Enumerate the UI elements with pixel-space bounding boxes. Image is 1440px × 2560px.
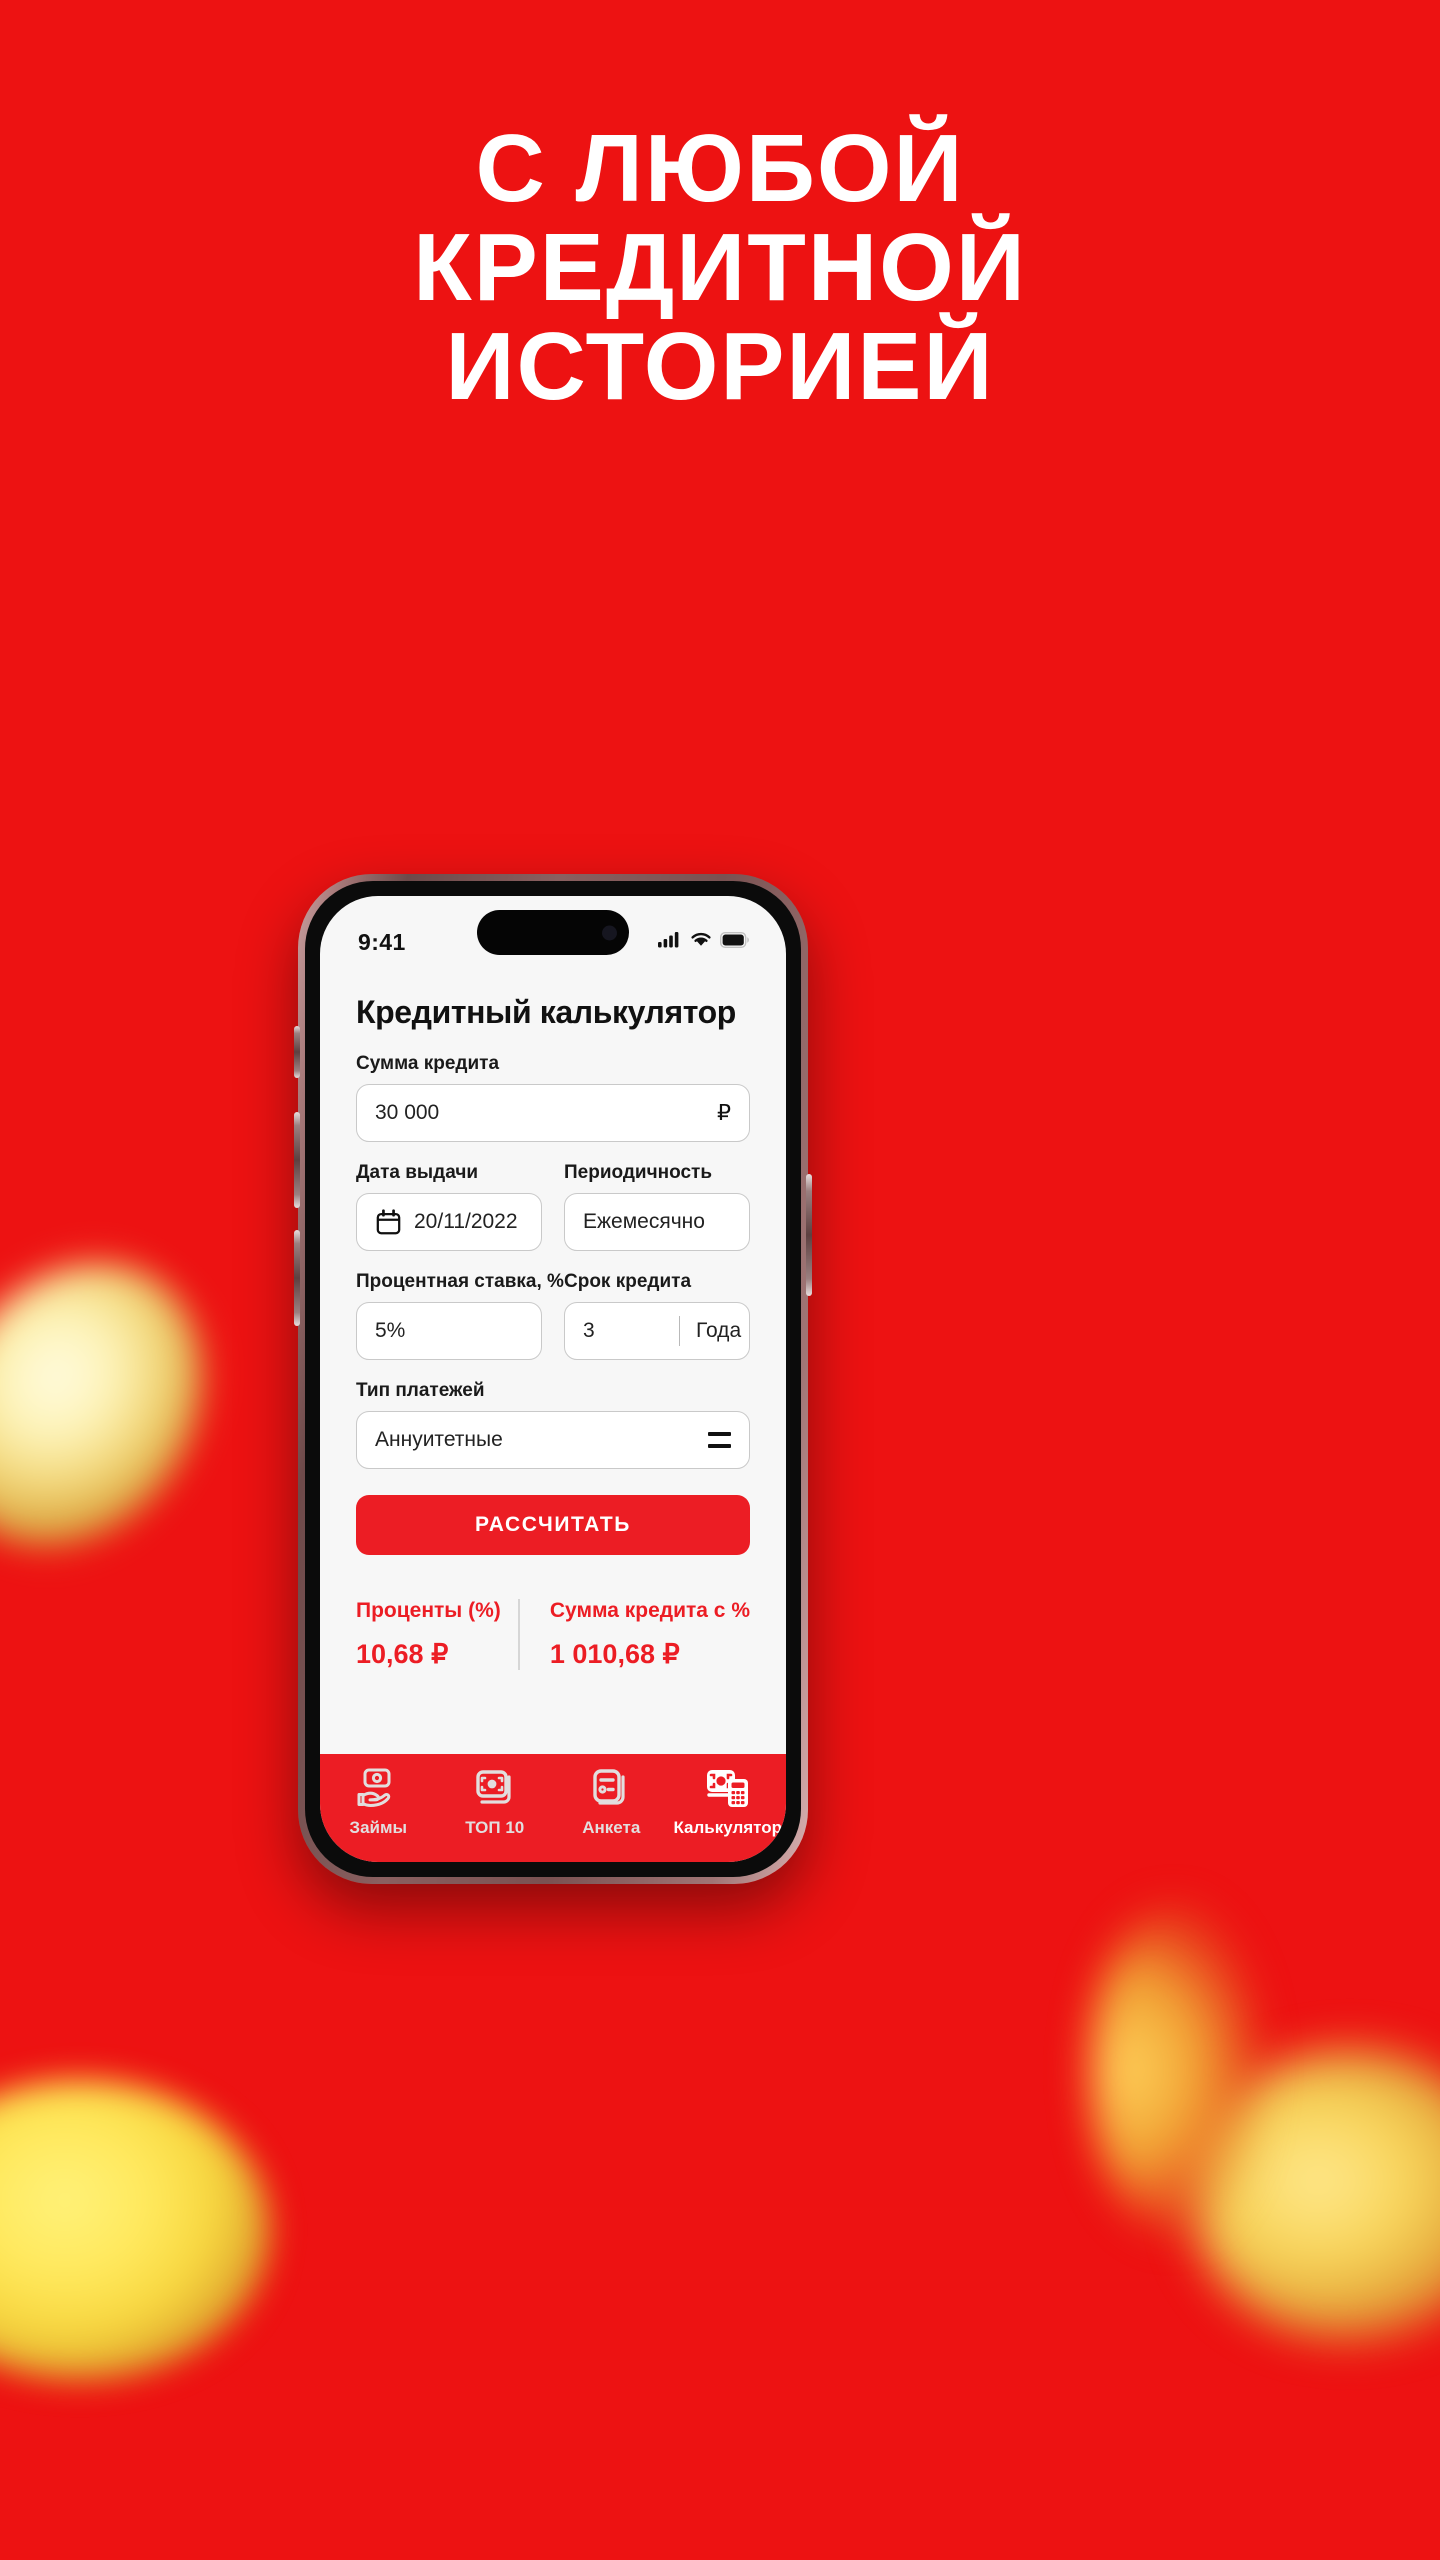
phone-bezel: 9:41 Кредитный калькулятор Сумма кредита… [305,881,801,1877]
status-bar-icons [658,931,750,953]
nav-item-top10-label: ТОП 10 [465,1818,525,1837]
field-date-label: Дата выдачи [356,1162,479,1183]
amount-input[interactable]: 30 000 ₽ [356,1084,750,1142]
wifi-icon [690,931,712,953]
periodicity-select[interactable]: Ежемесячно [564,1193,750,1251]
date-input[interactable]: 20/11/2022 [356,1193,542,1251]
field-payment-type-label: Тип платежей [356,1380,485,1401]
calendar-icon [375,1208,402,1236]
rate-input-value: 5% [375,1319,406,1342]
hand-money-icon [356,1766,400,1812]
result-interest: Проценты (%) 10,68 ₽ [356,1599,518,1670]
phone-power-button[interactable] [806,1174,812,1296]
gold-coin-decoration-bottom-left [0,2080,270,2380]
field-date: Дата выдачи 20/11/2022 [356,1162,542,1251]
phone-screen: 9:41 Кредитный калькулятор Сумма кредита… [320,896,786,1862]
money-calculator-icon [704,1766,752,1812]
payment-type-select[interactable]: Аннуитетные [356,1411,750,1469]
phone-volume-up-button[interactable] [294,1112,300,1208]
calculate-button[interactable]: РАССЧИТАТЬ [356,1495,750,1555]
row-date-periodicity: Дата выдачи 20/11/2022 Периодичность Еже… [356,1162,750,1251]
row-rate-term: Процентная ставка, % 5% Срок кредита 3 Г… [356,1271,750,1360]
field-term: Срок кредита 3 Года [564,1271,750,1360]
phone-mockup: 9:41 Кредитный калькулятор Сумма кредита… [294,874,812,1884]
term-divider [679,1316,680,1346]
result-total-value: 1 010,68 ₽ [549,1639,680,1669]
headline-line-2: КРЕДИТНОЙ [413,213,1027,321]
nav-item-top10[interactable]: ТОП 10 [437,1766,554,1838]
front-camera-icon [602,925,617,940]
field-amount-label: Сумма кредита [356,1053,500,1074]
nav-item-loans-label: Займы [349,1818,408,1837]
gold-coin-decoration-top-left [0,1213,256,1597]
menu-icon [708,1432,731,1448]
form-document-icon [589,1766,633,1812]
nav-item-calculator[interactable]: Калькулятор [670,1766,787,1838]
result-total: Сумма кредита с % 1 010,68 ₽ [517,1599,750,1670]
banknotes-icon [473,1766,517,1812]
payment-type-value: Аннуитетные [375,1428,503,1451]
date-input-value: 20/11/2022 [414,1210,518,1233]
nav-item-calculator-label: Калькулятор [673,1818,783,1837]
results-section: Проценты (%) 10,68 ₽ Сумма кредита с % 1… [356,1599,750,1670]
nav-item-form-label: Анкета [582,1818,641,1837]
page-title: Кредитный калькулятор [356,994,736,1030]
bottom-navigation-bar: Займы ТОП 10 Анкета Калькулятор [320,1754,786,1862]
field-periodicity: Периодичность Ежемесячно [564,1162,750,1251]
cellular-signal-icon [658,931,682,953]
term-unit-value[interactable]: Года [696,1319,741,1343]
headline-line-1: С ЛЮБОЙ [475,115,965,222]
field-periodicity-label: Периодичность [564,1162,713,1183]
app-content: Кредитный калькулятор Сумма кредита 30 0… [320,970,786,1754]
poster-headline: С ЛЮБОЙ КРЕДИТНОЙ ИСТОРИЕЙ [0,115,1440,420]
status-bar-time: 9:41 [358,928,406,955]
phone-silent-switch[interactable] [294,1026,300,1078]
nav-item-form[interactable]: Анкета [553,1766,670,1838]
gold-coin-decoration-behind-phone [1090,1905,1260,2235]
field-rate: Процентная ставка, % 5% [356,1271,564,1360]
term-input-value: 3 [583,1319,595,1342]
result-interest-value: 10,68 ₽ [356,1639,449,1669]
result-total-label: Сумма кредита с % [549,1599,750,1622]
field-term-label: Срок кредита [564,1271,692,1292]
phone-volume-down-button[interactable] [294,1230,300,1326]
ruble-symbol-icon: ₽ [717,1100,731,1125]
amount-input-value: 30 000 [375,1101,440,1124]
gold-coin-decoration-bottom-right [1190,2050,1440,2340]
field-payment-type: Тип платежей Аннуитетные [356,1380,750,1469]
result-interest-label: Проценты (%) [356,1599,501,1622]
dynamic-island [477,910,629,955]
term-input[interactable]: 3 Года [564,1302,750,1360]
periodicity-value: Ежемесячно [583,1210,705,1233]
field-rate-label: Процентная ставка, % [356,1271,564,1292]
battery-icon [719,931,750,953]
rate-input[interactable]: 5% [356,1302,542,1360]
headline-line-3: ИСТОРИЕЙ [445,312,995,420]
nav-item-loans[interactable]: Займы [320,1766,437,1838]
field-amount: Сумма кредита 30 000 ₽ [356,1053,750,1142]
